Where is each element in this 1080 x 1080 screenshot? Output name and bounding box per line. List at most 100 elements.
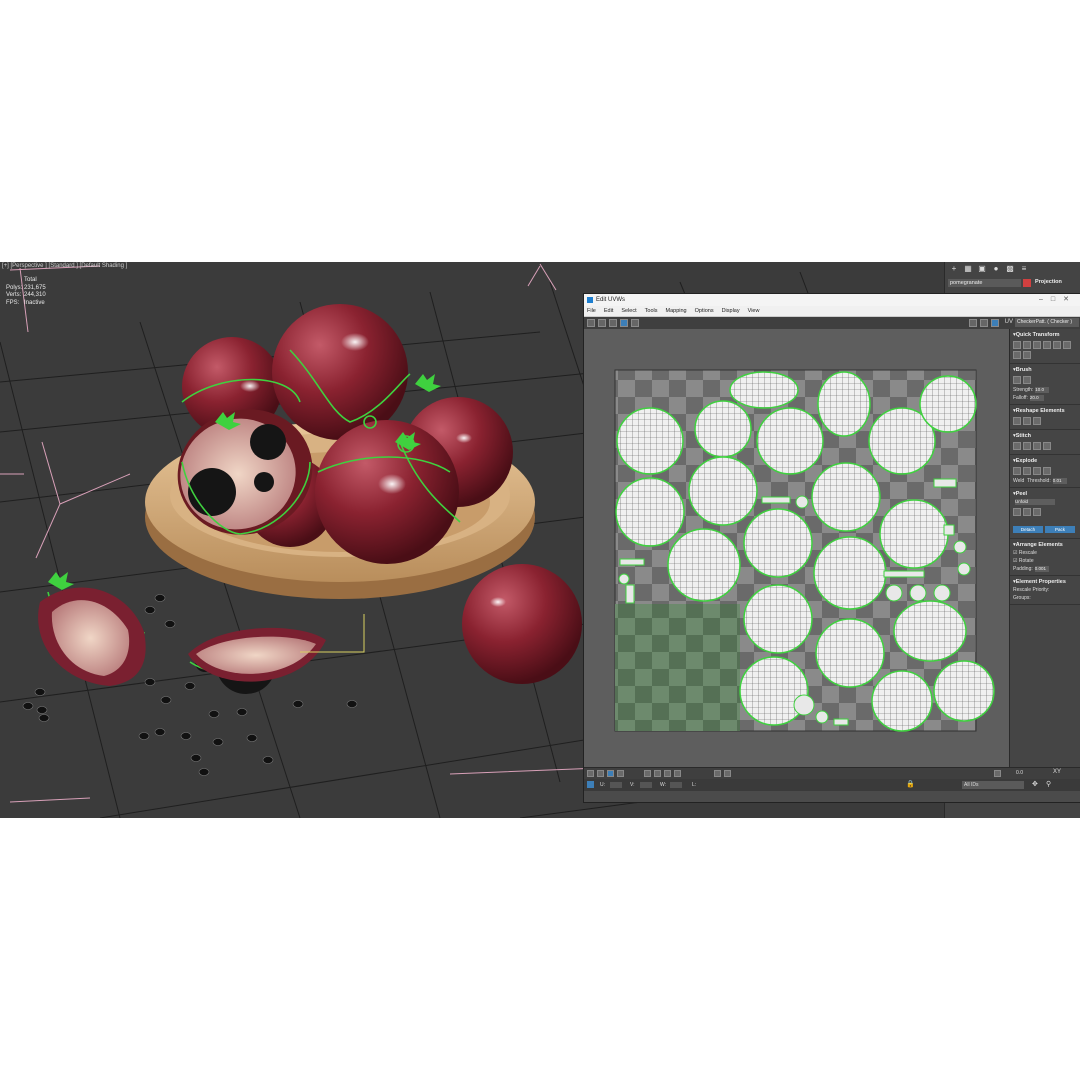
axis-label[interactable]: XY <box>1053 769 1061 775</box>
select-vertex-icon[interactable] <box>587 770 594 777</box>
mirror-icon[interactable] <box>631 319 639 327</box>
rotation-value[interactable]: 0.0 <box>1016 770 1023 776</box>
straighten-icon[interactable] <box>1013 417 1021 425</box>
stitch-icon[interactable] <box>1033 442 1041 450</box>
material-ids-dropdown[interactable]: All IDs <box>962 781 1024 789</box>
uv-mode-label[interactable]: UV <box>1005 319 1013 325</box>
absolute-mode-icon[interactable] <box>587 781 594 788</box>
edit-uvws-window: Edit UVWs –□✕ File Edit Select Tools Map… <box>583 293 1080 803</box>
paint-select-icon[interactable] <box>714 770 721 777</box>
stitch-icon[interactable] <box>1043 442 1051 450</box>
quick-transform-header[interactable]: Quick Transform <box>1013 331 1079 339</box>
menu-file[interactable]: File <box>587 306 596 316</box>
align-icon[interactable] <box>1063 341 1071 349</box>
relax-settings-icon[interactable] <box>1033 417 1041 425</box>
viewport-label[interactable]: [+] [Perspective ] [Standard ] [Default … <box>2 263 127 269</box>
display-tab-icon[interactable]: ▩ <box>1005 264 1015 274</box>
rescale-checkbox[interactable]: Rescale <box>1019 550 1037 556</box>
strength-spinner[interactable]: 10.0 <box>1035 386 1050 393</box>
explode-header[interactable]: Explode <box>1013 457 1079 465</box>
stitch-icon[interactable] <box>1013 442 1021 450</box>
menu-view[interactable]: View <box>748 306 760 316</box>
u-field[interactable] <box>610 782 622 788</box>
w-field[interactable] <box>670 782 682 788</box>
rotation-icon[interactable] <box>994 770 1001 777</box>
detach-button[interactable]: Detach <box>1013 526 1043 533</box>
grow-icon[interactable] <box>644 770 651 777</box>
peel-icon[interactable] <box>1033 508 1041 516</box>
relax-icon[interactable] <box>1023 417 1031 425</box>
pan-icon[interactable]: ✥ <box>1032 779 1038 791</box>
menu-edit[interactable]: Edit <box>604 306 613 316</box>
rotate-90-icon[interactable] <box>1043 341 1051 349</box>
uvw-toolbar: UV CheckerPatt. ( Checker ) <box>584 317 1080 329</box>
pack-button[interactable]: Pack <box>1045 526 1075 533</box>
arrange-header[interactable]: Arrange Elements <box>1013 541 1079 549</box>
texture-dropdown[interactable]: CheckerPatt. ( Checker ) <box>1015 318 1079 327</box>
align-icon[interactable] <box>1013 351 1021 359</box>
unfold-dropdown[interactable]: Unfold <box>1015 498 1055 505</box>
select-element-icon[interactable] <box>617 770 624 777</box>
select-poly-icon[interactable] <box>607 770 614 777</box>
menu-options[interactable]: Options <box>695 306 714 316</box>
menu-display[interactable]: Display <box>722 306 740 316</box>
rotate-90-icon[interactable] <box>1023 351 1031 359</box>
uv-canvas[interactable] <box>584 329 1009 767</box>
groups-label: Groups: <box>1013 595 1031 601</box>
scale-icon[interactable] <box>609 319 617 327</box>
peel-icon[interactable] <box>1013 508 1021 516</box>
align-icon[interactable] <box>1023 341 1031 349</box>
modify-tab-icon[interactable]: ▦ <box>963 264 973 274</box>
utilities-tab-icon[interactable]: ≡ <box>1019 264 1029 274</box>
break-icon[interactable] <box>1013 467 1021 475</box>
v-field[interactable] <box>640 782 652 788</box>
uv-layout[interactable] <box>584 329 1009 767</box>
projection-rollout[interactable]: Projection <box>1035 279 1062 285</box>
paint-move-icon[interactable] <box>1013 376 1021 384</box>
stitch-icon[interactable] <box>1023 442 1031 450</box>
motion-tab-icon[interactable]: ● <box>991 264 1001 274</box>
break-icon[interactable] <box>1023 467 1031 475</box>
align-icon[interactable] <box>1013 341 1021 349</box>
strength-label: Strength: <box>1013 387 1034 393</box>
object-name-field[interactable]: pomegranate <box>948 279 1021 287</box>
break-icon[interactable] <box>1043 467 1051 475</box>
break-icon[interactable] <box>1033 467 1041 475</box>
brush-header[interactable]: Brush <box>1013 366 1079 374</box>
menu-tools[interactable]: Tools <box>645 306 658 316</box>
padding-spinner[interactable]: 0.001 <box>1034 565 1049 572</box>
rotate-checkbox[interactable]: Rotate <box>1019 558 1034 564</box>
zoom-icon[interactable]: ⚲ <box>1046 779 1051 791</box>
peel-icon[interactable] <box>1023 508 1031 516</box>
freeform-icon[interactable] <box>620 319 628 327</box>
threshold-spinner[interactable]: 0.01 <box>1052 477 1067 484</box>
object-color-swatch[interactable] <box>1023 279 1031 287</box>
reshape-header[interactable]: Reshape Elements <box>1013 407 1079 415</box>
relax-brush-icon[interactable] <box>1023 376 1031 384</box>
show-map-icon[interactable] <box>969 319 977 327</box>
move-icon[interactable] <box>587 319 595 327</box>
align-icon[interactable] <box>1053 341 1061 349</box>
rotate-icon[interactable] <box>598 319 606 327</box>
max-application: [+] [Perspective ] [Standard ] [Default … <box>0 262 1080 818</box>
loop-icon[interactable] <box>664 770 671 777</box>
element-properties-header[interactable]: Element Properties <box>1013 578 1079 586</box>
window-controls[interactable]: –□✕ <box>1039 294 1077 306</box>
uvw-titlebar[interactable]: Edit UVWs –□✕ <box>584 294 1080 306</box>
create-tab-icon[interactable]: + <box>949 264 959 274</box>
menu-mapping[interactable]: Mapping <box>666 306 687 316</box>
stitch-header[interactable]: Stitch <box>1013 432 1079 440</box>
checker-icon[interactable] <box>991 319 999 327</box>
l-label: L: <box>692 782 697 788</box>
menu-select[interactable]: Select <box>621 306 636 316</box>
hierarchy-tab-icon[interactable]: ▣ <box>977 264 987 274</box>
ring-icon[interactable] <box>674 770 681 777</box>
lock-icon[interactable]: 🔒 <box>906 779 915 791</box>
select-edge-icon[interactable] <box>597 770 604 777</box>
brush-size-icon[interactable] <box>724 770 731 777</box>
align-icon[interactable] <box>1033 341 1041 349</box>
grid-icon[interactable] <box>980 319 988 327</box>
peel-header[interactable]: Peel <box>1013 490 1079 498</box>
falloff-spinner[interactable]: 20.0 <box>1029 394 1044 401</box>
shrink-icon[interactable] <box>654 770 661 777</box>
